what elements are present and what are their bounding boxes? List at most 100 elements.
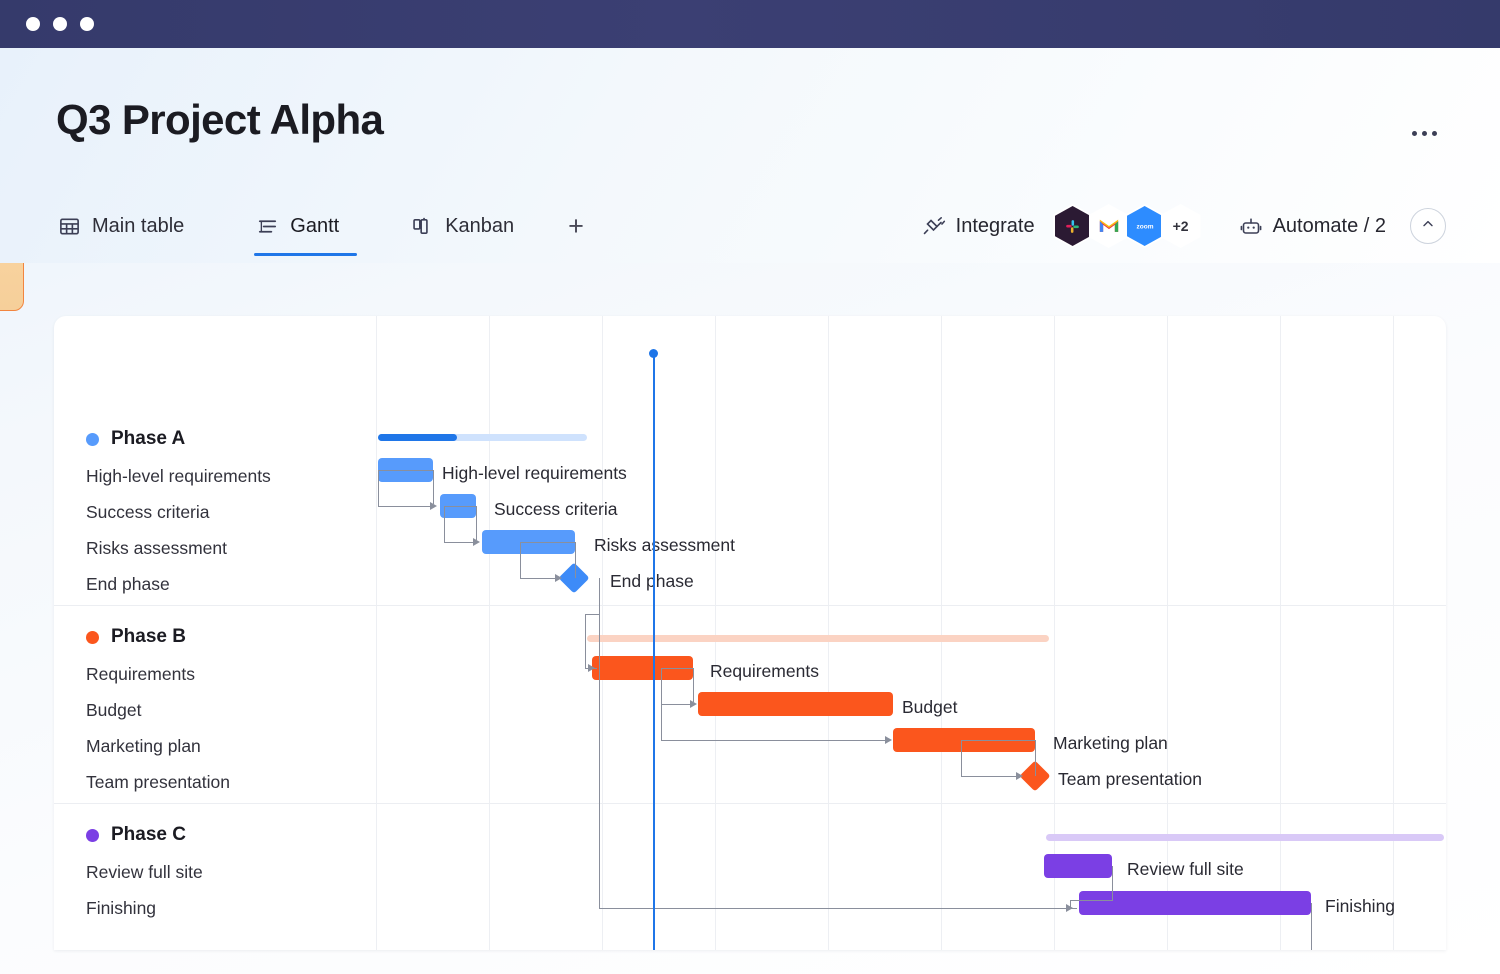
bar-name: Requirements	[710, 661, 819, 682]
kanban-icon	[411, 215, 434, 238]
app-window: Q3 Project Alpha	[0, 0, 1500, 974]
gantt-gridline	[376, 316, 377, 950]
zoom-avatar[interactable]: zoom	[1127, 206, 1163, 246]
bar-budget[interactable]	[698, 692, 893, 716]
task-label[interactable]: Finishing	[86, 898, 156, 919]
today-line	[653, 354, 655, 950]
integrate-label: Integrate	[956, 215, 1035, 238]
automate-label: Automate / 2	[1273, 215, 1386, 238]
gantt-gridline	[1393, 316, 1394, 950]
milestone-end-phase[interactable]	[558, 562, 589, 593]
dependency-link	[520, 542, 576, 543]
bar-finishing[interactable]	[1079, 891, 1311, 915]
dependency-link	[433, 470, 434, 504]
table-icon	[58, 215, 81, 238]
dependency-link	[661, 740, 886, 741]
tab-kanban[interactable]: Kanban	[409, 200, 532, 252]
dependency-link	[378, 470, 379, 506]
dependency-link	[1112, 866, 1113, 900]
task-label[interactable]: Team presentation	[86, 772, 230, 793]
window-controls[interactable]	[26, 17, 94, 31]
task-label[interactable]: Review full site	[86, 862, 203, 883]
dependency-link	[444, 506, 445, 542]
gantt-gridline	[1167, 316, 1168, 950]
phase-b-summary-bar[interactable]	[587, 635, 1049, 642]
task-label[interactable]: Budget	[86, 700, 141, 721]
dependency-link	[599, 578, 600, 614]
more-integrations-avatar[interactable]: +2	[1163, 206, 1199, 246]
bar-review-full-site[interactable]	[1044, 854, 1112, 878]
tab-gantt[interactable]: Gantt	[254, 200, 357, 252]
dependency-link	[961, 740, 1036, 741]
integration-avatars[interactable]: zoom +2	[1055, 206, 1199, 246]
dependency-arrow-icon	[1016, 772, 1023, 780]
dependency-link	[961, 740, 962, 776]
kebab-dot-icon	[1422, 131, 1427, 136]
gantt-gridline	[715, 316, 716, 950]
bar-name: High-level requirements	[442, 463, 627, 484]
group-label-phase-c[interactable]: Phase C	[86, 824, 186, 846]
kebab-dot-icon	[1432, 131, 1437, 136]
dependency-link	[476, 506, 477, 540]
group-separator	[54, 803, 1446, 804]
collapse-toolbar-button[interactable]	[1410, 208, 1446, 244]
tab-main-table[interactable]: Main table	[56, 200, 202, 252]
integrate-button[interactable]: Integrate	[916, 211, 1041, 242]
page-body: Q3 Project Alpha	[0, 48, 1500, 974]
window-minimize-dot[interactable]	[53, 17, 67, 31]
task-label[interactable]: Success criteria	[86, 502, 210, 523]
phase-a-progress-fill	[378, 434, 457, 441]
bar-name: Marketing plan	[1053, 733, 1168, 754]
gmail-avatar[interactable]	[1091, 206, 1127, 246]
tab-label: Main table	[92, 215, 184, 238]
board-tools: Integrate	[916, 206, 1446, 246]
group-label-phase-a[interactable]: Phase A	[86, 428, 185, 450]
task-label[interactable]: Risks assessment	[86, 538, 227, 559]
dependency-arrow-icon	[473, 538, 480, 546]
dependency-link	[378, 506, 432, 507]
gantt-canvas: Phase A High-level requirements Success …	[54, 316, 1446, 950]
dependency-link	[1070, 900, 1113, 901]
page-title: Q3 Project Alpha	[56, 96, 383, 144]
phase-c-color-dot	[86, 829, 99, 842]
dependency-arrow-icon	[1066, 904, 1073, 912]
task-label[interactable]: High-level requirements	[86, 466, 271, 487]
phase-b-color-dot	[86, 631, 99, 644]
task-label[interactable]: Requirements	[86, 664, 195, 685]
bar-name: Budget	[902, 697, 957, 718]
dependency-arrow-icon	[430, 502, 437, 510]
automate-button[interactable]: Automate / 2	[1233, 211, 1392, 242]
phase-a-summary-bar[interactable]	[378, 434, 587, 441]
slack-icon	[1055, 206, 1091, 246]
dependency-link	[661, 704, 662, 740]
today-marker-dot[interactable]	[649, 349, 658, 358]
task-label[interactable]: Marketing plan	[86, 736, 201, 757]
phase-c-summary-bar[interactable]	[1046, 834, 1444, 841]
group-separator	[54, 605, 1446, 606]
dependency-arrow-icon	[555, 574, 562, 582]
dependency-arrow-icon	[690, 700, 697, 708]
task-label[interactable]: End phase	[86, 574, 170, 595]
window-maximize-dot[interactable]	[80, 17, 94, 31]
dependency-link	[693, 668, 694, 702]
bar-name: Team presentation	[1058, 769, 1202, 790]
gantt-gridline	[828, 316, 829, 950]
zoom-icon: zoom	[1127, 206, 1163, 246]
dependency-link	[961, 776, 1017, 777]
slack-avatar[interactable]	[1055, 206, 1091, 246]
dependency-link	[444, 506, 477, 507]
group-name: Phase C	[111, 824, 186, 846]
dependency-arrow-icon	[885, 736, 892, 744]
bar-name: Finishing	[1325, 896, 1395, 917]
dependency-link	[585, 614, 600, 615]
dependency-link	[1035, 740, 1036, 776]
add-view-button[interactable]: +	[556, 207, 596, 246]
more-options-button[interactable]	[1402, 118, 1446, 148]
window-close-dot[interactable]	[26, 17, 40, 31]
gantt-chart[interactable]: Phase A High-level requirements Success …	[54, 316, 1446, 950]
svg-text:zoom: zoom	[1136, 224, 1153, 231]
gantt-icon	[256, 215, 279, 238]
dependency-link	[1311, 903, 1312, 950]
group-name: Phase A	[111, 428, 185, 450]
group-label-phase-b[interactable]: Phase B	[86, 626, 186, 648]
